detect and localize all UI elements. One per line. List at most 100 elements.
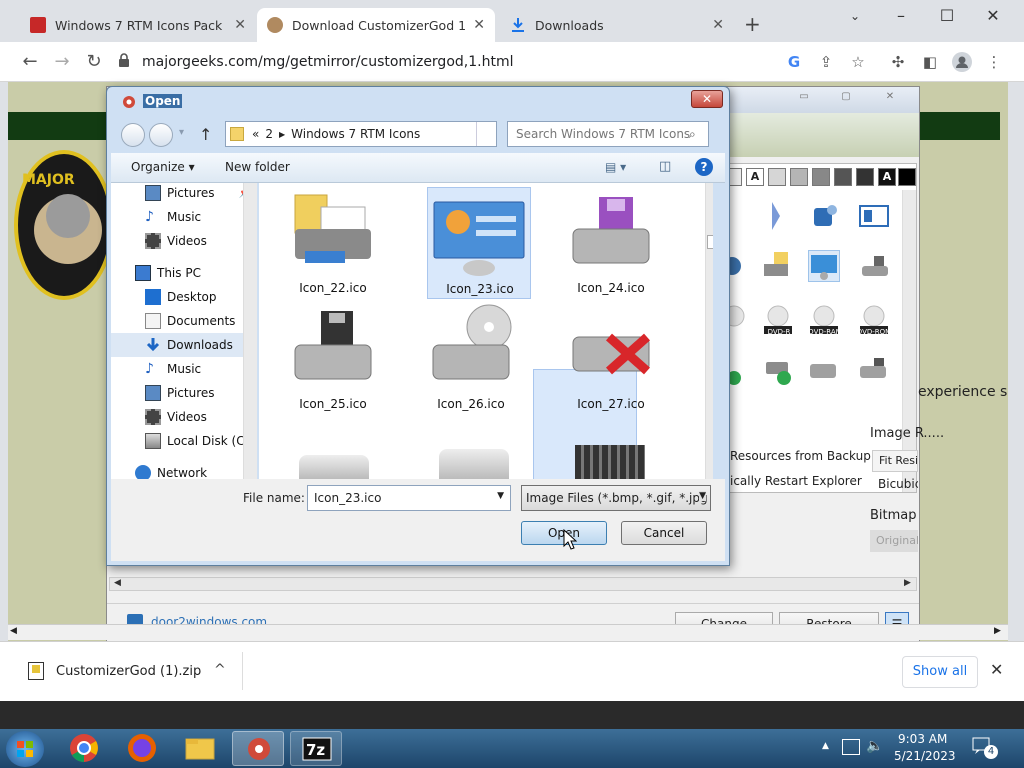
share-icon[interactable]: ⇪ [816, 52, 836, 72]
dialog-close-button[interactable]: ✕ [691, 90, 723, 108]
forward-arrow-icon[interactable]: → [50, 50, 74, 74]
tab-search-icon[interactable]: ⌄ [832, 4, 878, 28]
file-explorer-taskbar-icon[interactable] [174, 731, 226, 766]
nav-item-documents[interactable]: Documents [111, 309, 257, 333]
drive-network-icon[interactable] [858, 354, 890, 386]
icon-grid-scrollbar[interactable] [902, 190, 916, 492]
color-swatch-letter[interactable]: A [746, 168, 764, 186]
network-status-icon[interactable] [842, 739, 860, 755]
chrome-taskbar-icon[interactable] [58, 731, 110, 766]
7zip-taskbar-icon[interactable]: 7z [290, 731, 342, 766]
page-horizontal-scrollbar[interactable]: ◀ ▶ [8, 624, 1008, 640]
search-input[interactable]: Search Windows 7 RTM Icons [507, 121, 709, 147]
breadcrumb-overflow[interactable]: « [252, 127, 259, 141]
chevron-down-icon[interactable]: ▼ [699, 491, 706, 501]
chevron-down-icon[interactable]: ▼ [497, 491, 504, 501]
drive-icon[interactable] [808, 354, 840, 386]
file-list-scrollbar[interactable] [705, 183, 713, 479]
bookmark-star-icon[interactable]: ☆ [848, 52, 868, 72]
up-arrow-icon[interactable]: ↑ [199, 125, 212, 144]
profile-avatar-icon[interactable] [952, 52, 972, 72]
tab-downloads[interactable]: Downloads ✕ [500, 8, 734, 42]
nav-item-this-pc[interactable]: This PC [111, 261, 257, 285]
chevron-right-icon[interactable]: ▶ [279, 130, 285, 139]
file-name-input[interactable]: Icon_23.ico ▼ [307, 485, 511, 511]
nav-item-pictures[interactable]: Pictures 📌 [111, 183, 257, 205]
file-icon-24[interactable]: Icon_24.ico [559, 187, 663, 299]
clock-time[interactable]: 9:03 AM [898, 732, 947, 746]
breadcrumb-dropdown[interactable] [476, 122, 496, 146]
breadcrumb-item[interactable]: Windows 7 RTM Icons [291, 127, 420, 141]
close-button[interactable]: ✕ [879, 91, 901, 107]
breadcrumb-item[interactable]: 2 [265, 127, 273, 141]
file-type-select[interactable]: Image Files (*.bmp, *.gif, *.jpg ▼ [521, 485, 711, 511]
scroll-left-icon[interactable]: ◀ [10, 626, 17, 636]
nav-item-music[interactable]: ♪ Music [111, 205, 257, 229]
maximize-button[interactable]: ▢ [835, 91, 857, 107]
breadcrumb[interactable]: « 2 ▶ Windows 7 RTM Icons [225, 121, 497, 147]
clock-date[interactable]: 5/21/2023 [894, 749, 956, 763]
show-hidden-icons-icon[interactable]: ▲ [822, 741, 829, 751]
bicubic-select[interactable]: Bicubic [872, 474, 918, 496]
chevron-up-icon[interactable]: ^ [214, 662, 226, 678]
nav-item-local-disk[interactable]: Local Disk (C:) [111, 429, 257, 453]
address-bar[interactable]: majorgeeks.com/mg/getmirror/customizergo… [118, 47, 818, 77]
side-panel-icon[interactable]: ◧ [920, 52, 940, 72]
color-swatch[interactable] [856, 168, 874, 186]
crystal-icon[interactable] [762, 200, 794, 232]
minimize-button[interactable]: ▭ [793, 91, 815, 107]
nav-item-downloads[interactable]: Downloads [111, 333, 257, 357]
original-button[interactable]: Original [870, 530, 918, 552]
fit-resize-select[interactable]: Fit Resiz [872, 450, 918, 472]
option-restore-backup[interactable]: Resources from Backup [730, 449, 871, 463]
tab-close-icon[interactable]: ✕ [234, 17, 246, 33]
history-dropdown-icon[interactable]: ▾ [179, 127, 184, 138]
menu-kebab-icon[interactable]: ⋮ [984, 52, 1004, 72]
firefox-taskbar-icon[interactable] [116, 731, 168, 766]
file-icon-27[interactable]: Icon_27.ico [559, 303, 663, 415]
organize-menu[interactable]: Organize ▾ [131, 160, 195, 174]
close-window-button[interactable]: ✕ [970, 4, 1016, 28]
icon-grid[interactable]: A A DVD-R DVD-RAM DVD-ROM [721, 163, 917, 493]
printer-folder-icon[interactable] [762, 250, 794, 282]
display-window-icon[interactable] [858, 200, 890, 232]
nav-item-videos[interactable]: Videos [111, 405, 257, 429]
forward-arrow-icon[interactable] [149, 123, 173, 147]
drive-icon[interactable] [439, 449, 509, 479]
scroll-left-icon[interactable]: ◀ [114, 578, 121, 588]
nav-item-desktop[interactable]: Desktop [111, 285, 257, 309]
customizergod-taskbar-icon[interactable] [232, 731, 284, 766]
display-properties-icon[interactable] [808, 250, 840, 282]
color-swatch[interactable] [812, 168, 830, 186]
extensions-icon[interactable]: ✣ [888, 52, 908, 72]
notification-center-icon[interactable]: 4 [972, 737, 998, 759]
file-icon-26[interactable]: Icon_26.ico [419, 303, 523, 415]
scroll-thumb[interactable] [707, 235, 713, 249]
reload-icon[interactable]: ↻ [82, 50, 106, 74]
show-all-button[interactable]: Show all [902, 656, 978, 688]
file-icon-22[interactable]: Icon_22.ico [281, 187, 385, 299]
file-icon-23-selected[interactable]: Icon_23.ico [427, 187, 531, 299]
volume-muted-icon[interactable]: 🔈 [866, 738, 883, 754]
tab-close-icon[interactable]: ✕ [473, 17, 485, 33]
back-arrow-icon[interactable] [121, 123, 145, 147]
puzzle-icon[interactable] [808, 200, 840, 232]
new-tab-button[interactable]: + [744, 12, 761, 36]
drive-icon[interactable] [299, 455, 369, 479]
start-button[interactable] [6, 731, 44, 767]
nav-item-videos[interactable]: Videos [111, 229, 257, 253]
download-file-name[interactable]: CustomizerGod (1).zip [56, 664, 201, 679]
cancel-button[interactable]: Cancel [621, 521, 707, 545]
tab-icons-pack[interactable]: Windows 7 RTM Icons Pack | R ✕ [20, 8, 256, 42]
minimize-button[interactable]: – [878, 4, 924, 28]
google-lens-icon[interactable]: G [784, 52, 804, 72]
nav-item-music[interactable]: ♪ Music [111, 357, 257, 381]
color-swatch[interactable] [898, 168, 916, 186]
nav-item-network[interactable]: Network [111, 461, 257, 479]
new-folder-button[interactable]: New folder [225, 160, 290, 174]
horizontal-scrollbar[interactable]: ◀ ▶ [109, 577, 917, 591]
maximize-button[interactable]: ☐ [924, 4, 970, 28]
tab-close-icon[interactable]: ✕ [712, 17, 724, 33]
drive-icon[interactable] [858, 250, 890, 282]
help-icon[interactable]: ? [695, 158, 713, 176]
